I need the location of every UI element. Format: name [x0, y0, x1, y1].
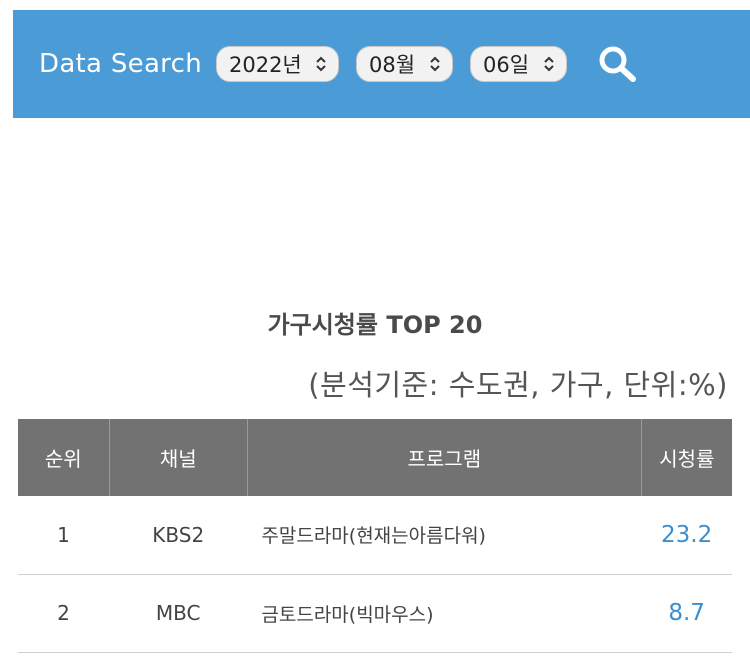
section-title: 가구시청률 TOP 20 [267, 311, 483, 339]
cell-rating: 23.2 [661, 521, 713, 548]
month-select-value: 08월 [368, 53, 416, 77]
table-header-row: 순위 채널 프로그램 시청률 [18, 419, 732, 496]
day-select[interactable]: 06일 [469, 46, 567, 82]
month-select[interactable]: 08월 [355, 46, 453, 82]
search-icon [599, 46, 636, 82]
header-channel[interactable]: 채널 [109, 419, 248, 496]
chevron-updown-icon [544, 56, 554, 72]
day-select-value: 06일 [482, 53, 530, 77]
section-subtitle: (분석기준: 수도권, 가구, 단위:%) [308, 368, 728, 402]
rating-table: 순위 채널 프로그램 시청률 1 KBS2 주말드라마(현재는아름다워) 23.… [18, 419, 732, 653]
year-select[interactable]: 2022년 [215, 46, 339, 82]
cell-rating: 8.7 [668, 600, 705, 626]
cell-channel: MBC [155, 601, 201, 625]
cell-rank: 1 [57, 522, 70, 547]
chevron-updown-icon [430, 56, 440, 72]
table-row: 1 KBS2 주말드라마(현재는아름다워) 23.2 [18, 496, 732, 574]
table-header: 순위 채널 프로그램 시청률 [18, 419, 732, 496]
cell-rank: 2 [57, 601, 70, 625]
table-row: 2 MBC 금토드라마(빅마우스) 8.7 [18, 574, 732, 652]
chevron-updown-icon [316, 56, 326, 72]
year-select-value: 2022년 [228, 53, 302, 77]
search-button[interactable] [595, 42, 639, 86]
header-program[interactable]: 프로그램 [247, 419, 642, 496]
header-rating[interactable]: 시청률 [641, 419, 732, 496]
cell-channel: KBS2 [152, 522, 205, 547]
header-rank[interactable]: 순위 [18, 419, 110, 496]
search-bar: Data Search 2022년 08월 06일 [13, 10, 750, 118]
search-title: Data Search [39, 49, 202, 79]
cell-program: 주말드라마(현재는아름다워) [261, 525, 486, 548]
cell-program: 금토드라마(빅마우스) [261, 603, 434, 626]
page: Data Search 2022년 08월 06일 가구시청률 TOP 20 (… [0, 0, 750, 657]
